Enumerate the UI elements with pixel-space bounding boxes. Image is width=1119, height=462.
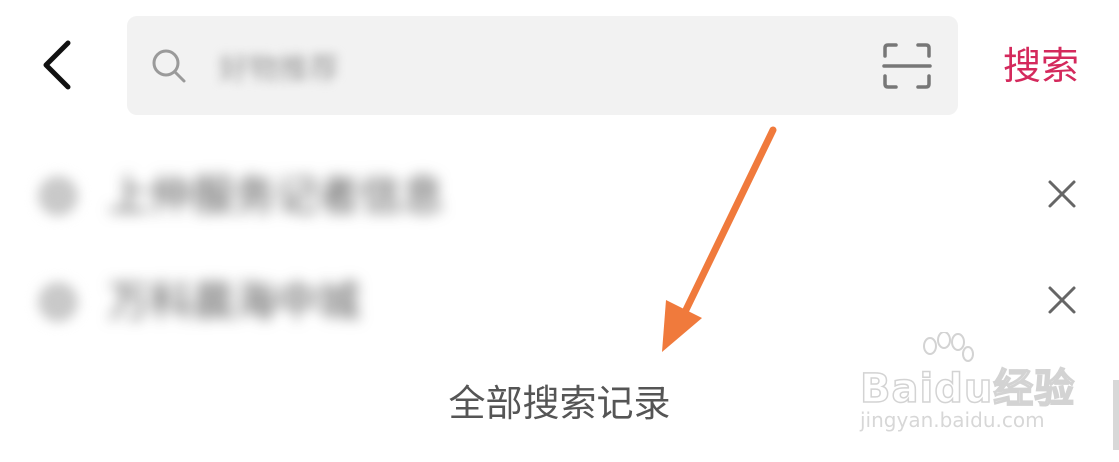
search-input[interactable]	[217, 42, 421, 90]
history-clock-icon	[38, 282, 78, 322]
history-clock-icon	[38, 176, 78, 216]
search-bar[interactable]	[127, 16, 958, 115]
history-item-label: 上仲服务记者信息	[108, 171, 445, 220]
back-button[interactable]	[28, 30, 88, 100]
watermark-brand: Baidu经验	[859, 365, 1076, 413]
baidu-jingyan-watermark: Baidu经验 jingyan.baidu.com	[838, 330, 1078, 440]
search-icon	[152, 49, 186, 83]
search-button[interactable]: 搜索	[1003, 40, 1079, 92]
scan-icon[interactable]	[881, 42, 933, 90]
edge-strip	[1113, 380, 1119, 450]
close-icon[interactable]	[1042, 280, 1082, 320]
history-item[interactable]: 上仲服务记者信息	[30, 156, 1090, 236]
watermark-url: jingyan.baidu.com	[860, 408, 1045, 432]
close-icon[interactable]	[1042, 174, 1082, 214]
chevron-left-icon	[43, 40, 71, 90]
history-item-label: 万科晨海中城	[108, 277, 361, 326]
